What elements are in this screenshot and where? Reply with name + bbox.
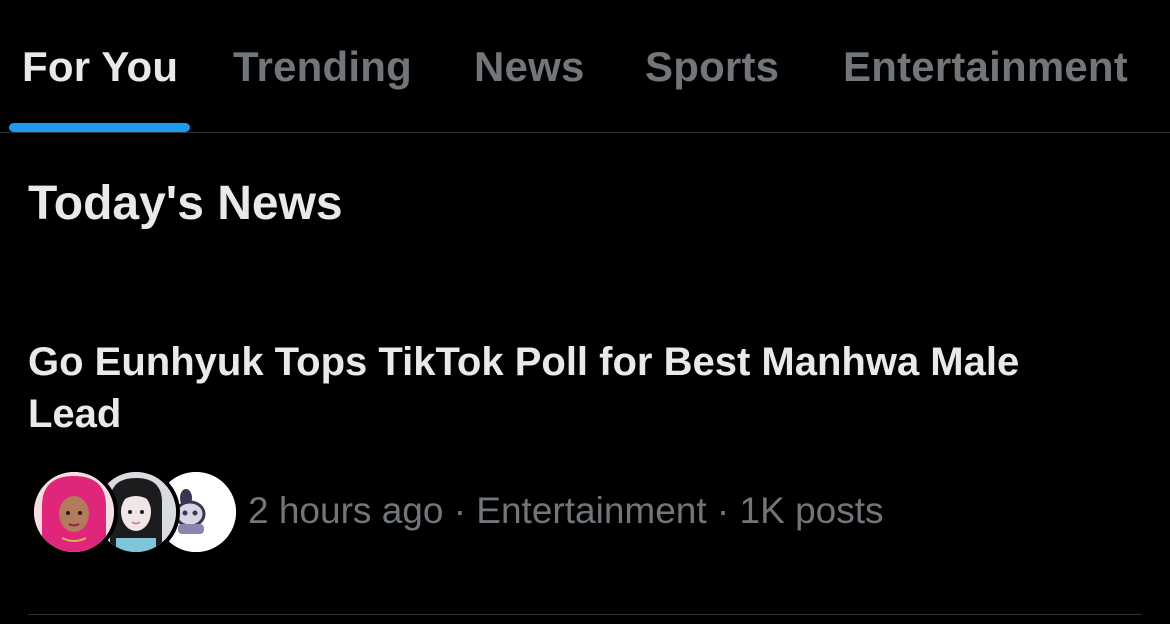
tab-trending[interactable]: Trending (233, 40, 412, 94)
news-item[interactable]: Go Eunhyuk Tops TikTok Poll for Best Man… (0, 330, 1170, 615)
tab-entertainment[interactable]: Entertainment (843, 40, 1128, 94)
divider (28, 614, 1142, 615)
news-headline: Go Eunhyuk Tops TikTok Poll for Best Man… (28, 340, 1020, 436)
tab-sports[interactable]: Sports (645, 40, 779, 94)
tab-for-you[interactable]: For You (22, 40, 178, 94)
pink-hair-avatar-icon (34, 472, 114, 552)
active-tab-indicator (9, 123, 190, 132)
top-tab-bar: For You Trending News Sports Entertainme… (0, 0, 1170, 133)
avatar (30, 468, 118, 556)
news-meta: 2 hours ago · Entertainment · 1K posts (248, 490, 884, 531)
avatar-stack (30, 468, 240, 558)
section-title: Today's News (28, 177, 343, 230)
tab-news[interactable]: News (474, 40, 585, 94)
